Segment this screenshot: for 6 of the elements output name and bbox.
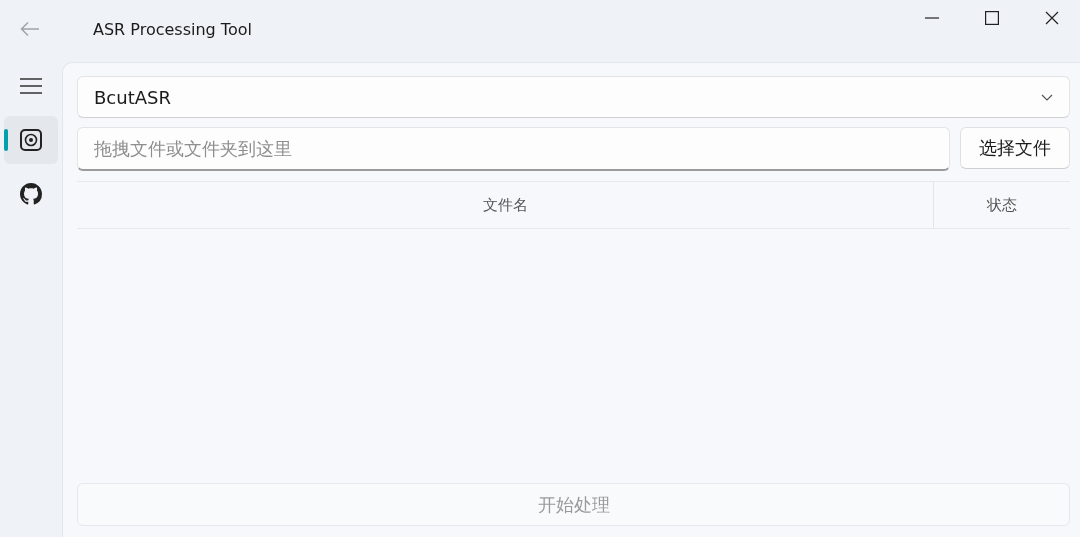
column-header: 状态 bbox=[986, 194, 1018, 216]
column-header: 文件名 bbox=[77, 182, 934, 228]
window-title: ASR Processing Tool bbox=[93, 19, 252, 39]
file-path-field[interactable]: 拖拽文件或文件夹到这里 bbox=[77, 127, 950, 171]
engine-dropdown[interactable]: BcutASR bbox=[77, 76, 1070, 118]
choose-file-button[interactable]: 选择文件 bbox=[960, 127, 1070, 169]
